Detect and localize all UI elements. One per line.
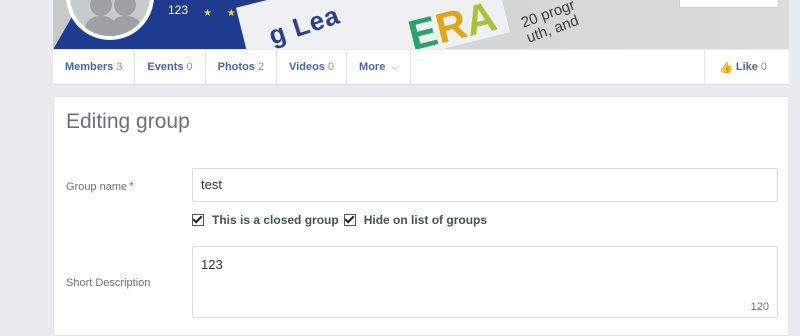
- short-description-label: Short Description: [66, 277, 151, 289]
- like-button[interactable]: 👍 Like 0: [704, 50, 789, 84]
- tab-photos[interactable]: Photos 2: [206, 50, 278, 84]
- closed-group-label[interactable]: This is a closed group: [212, 213, 339, 227]
- tab-photos-label: Photos: [217, 61, 255, 73]
- tab-members-count: 3: [116, 61, 123, 73]
- group-name-label-text: Group name: [66, 181, 128, 193]
- more-label: More: [359, 61, 386, 73]
- tab-events-count: 0: [186, 61, 193, 73]
- group-name-input[interactable]: test: [192, 168, 778, 202]
- member-count-badge: 123: [168, 3, 189, 17]
- tab-events[interactable]: Events 0: [135, 50, 206, 84]
- more-dropdown[interactable]: More ⌵: [347, 50, 412, 84]
- group-name-value: test: [201, 177, 222, 192]
- group-cover-image: ★ ★ g Lea ERA 20 progr uth, and: [53, 0, 789, 49]
- character-counter: 120: [750, 301, 769, 313]
- tab-videos-label: Videos: [289, 61, 325, 73]
- edit-group-panel: Editing group Group name * test This is a…: [53, 96, 789, 336]
- tab-videos[interactable]: Videos 0: [277, 50, 348, 84]
- avatar-person-icon: [114, 0, 136, 16]
- hide-on-list-label[interactable]: Hide on list of groups: [364, 213, 487, 227]
- hide-on-list-checkbox[interactable]: [343, 214, 356, 226]
- avatar-body-shape: [110, 16, 142, 36]
- short-description-textarea[interactable]: 123 120: [192, 246, 778, 318]
- group-name-label: Group name *: [66, 179, 134, 193]
- thumbs-up-icon: 👍: [719, 61, 733, 74]
- group-options-row: This is a closed group Hide on list of g…: [192, 213, 487, 227]
- closed-group-checkbox[interactable]: [192, 214, 204, 226]
- like-label: Like: [735, 61, 758, 73]
- chevron-down-icon: ⌵: [391, 61, 399, 72]
- avatar-person-icon: [90, 0, 112, 16]
- cover-lettering-sub: 20 progr uth, and: [518, 0, 582, 47]
- page-title: Editing group: [66, 110, 190, 133]
- tab-members[interactable]: Members 3: [53, 50, 136, 84]
- group-nav-bar: Members 3 Events 0 Photos 2 Videos 0 Mor…: [53, 50, 789, 85]
- tab-photos-count: 2: [257, 61, 265, 73]
- tab-videos-count: 0: [327, 61, 335, 73]
- cover-action-button[interactable]: [679, 0, 779, 8]
- tab-events-label: Events: [147, 61, 184, 73]
- required-asterisk: *: [129, 179, 134, 193]
- tab-members-label: Members: [65, 61, 114, 73]
- short-description-value: 123: [201, 257, 223, 272]
- like-count: 0: [760, 61, 767, 73]
